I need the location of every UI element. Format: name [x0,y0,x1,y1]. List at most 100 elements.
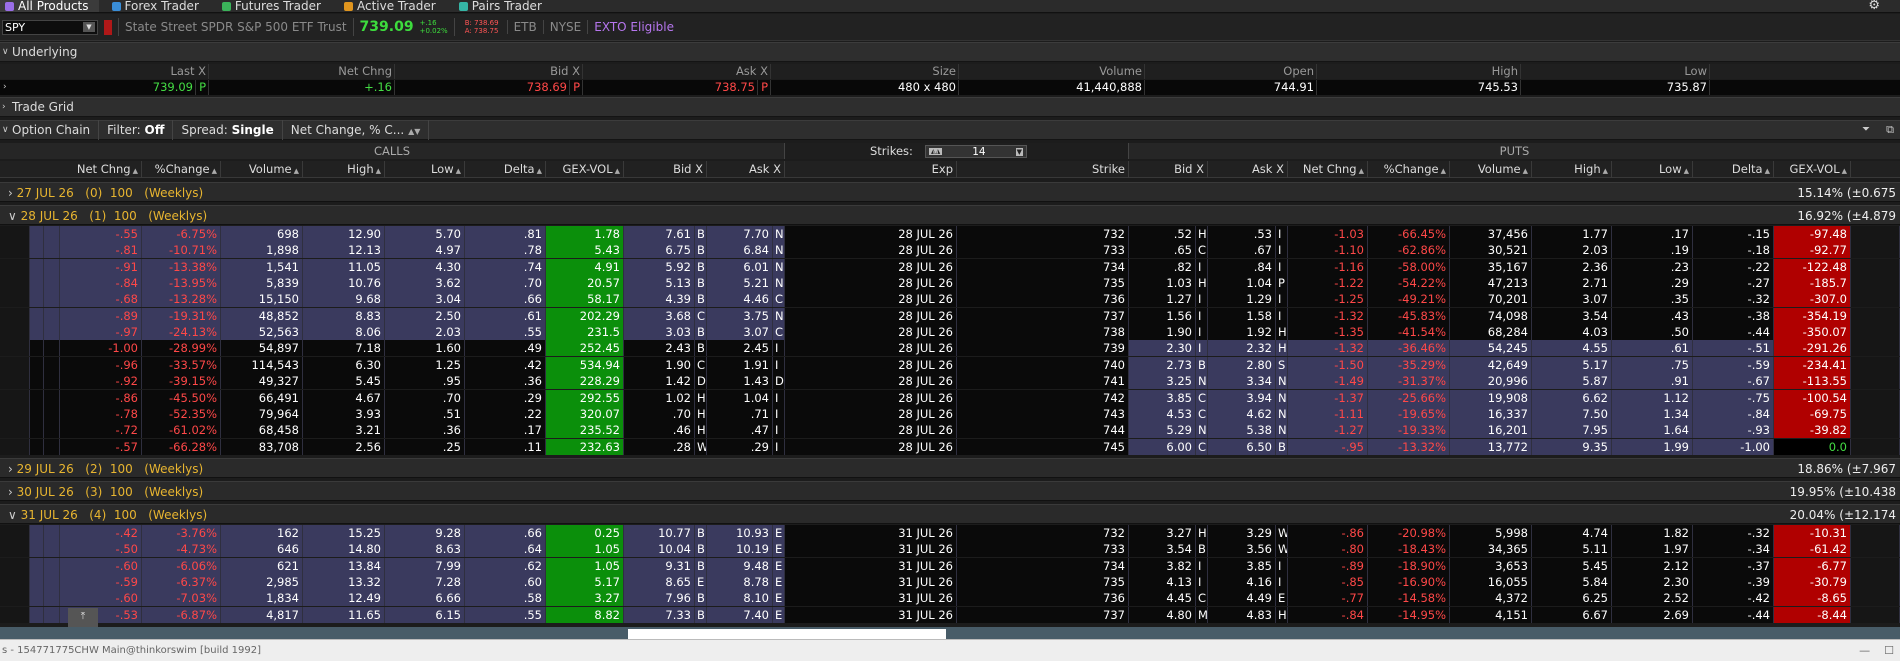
row-gutter[interactable] [30,557,44,574]
put-pct-change[interactable]: -19.65% [1368,405,1450,422]
put-high[interactable]: 6.25 [1532,590,1612,607]
call-volume[interactable]: 49,327 [221,373,303,390]
call-volume[interactable]: 1,898 [221,242,303,259]
call-volume[interactable]: 54,897 [221,340,303,357]
chevron-down-icon[interactable]: ∨ [8,209,21,223]
call-ask[interactable]: 10.93 [707,525,773,541]
put-pct-change[interactable]: -35.29% [1368,356,1450,373]
put-volume[interactable]: 30,521 [1450,242,1532,259]
row-gutter[interactable] [30,242,44,259]
put-low[interactable]: .19 [1612,242,1693,259]
call-pct-change[interactable]: -10.71% [142,242,221,259]
row-gutter[interactable] [44,606,60,623]
call-volume[interactable]: 2,985 [221,574,303,591]
expiration-date[interactable]: 28 JUL 26 [785,275,957,292]
call-net-chng[interactable]: -1.00 [60,340,142,357]
call-pct-change[interactable]: -6.87% [142,606,221,623]
put-ask-exchange[interactable]: H [1276,606,1288,623]
call-high[interactable]: 13.32 [303,574,385,591]
put-delta[interactable]: -.37 [1693,557,1774,574]
put-net-chng[interactable]: -1.49 [1288,373,1368,390]
call-bid[interactable]: .70 [624,405,695,422]
put-ask[interactable]: 3.56 [1208,541,1276,558]
call-ask[interactable]: .47 [707,422,773,439]
put-volume[interactable]: 4,151 [1450,606,1532,623]
expiration-date[interactable]: 28 JUL 26 [785,405,957,422]
put-bid-exchange[interactable]: I [1196,258,1208,275]
call-ask-exchange[interactable]: E [773,606,785,623]
put-net-chng[interactable]: -1.22 [1288,275,1368,292]
call-pct-change[interactable]: -3.76% [142,525,221,541]
call-low[interactable]: 3.04 [385,291,465,308]
chevron-right-icon[interactable]: › [2,102,12,112]
put-gex-vol[interactable]: -350.07 [1774,324,1851,341]
call-low[interactable]: .70 [385,389,465,406]
row-gutter[interactable] [30,275,44,292]
call-gex-vol[interactable]: 5.43 [546,242,624,259]
row-gutter[interactable] [44,258,60,275]
call-ask-exchange[interactable]: C [773,324,785,341]
mid-col-exp[interactable]: Exp [785,161,957,178]
row-gutter[interactable] [0,574,30,591]
row-gutter[interactable] [0,422,30,439]
row-gutter[interactable] [0,389,30,406]
put-ask[interactable]: 4.49 [1208,590,1276,607]
put-ask-exchange[interactable]: B [1276,438,1288,455]
put-bid[interactable]: 5.29 [1129,422,1196,439]
call-delta[interactable]: .55 [465,324,546,341]
put-gex-vol[interactable]: -61.42 [1774,541,1851,558]
put-col-net-chng[interactable]: Net Chng ▲ [1288,161,1368,178]
call-gex-vol[interactable]: 232.63 [546,438,624,455]
put-pct-change[interactable]: -31.37% [1368,373,1450,390]
put-ask[interactable]: 1.58 [1208,307,1276,324]
put-high[interactable]: 5.45 [1532,557,1612,574]
put-ask[interactable]: 3.34 [1208,373,1276,390]
put-net-chng[interactable]: -1.37 [1288,389,1368,406]
strike-price[interactable]: 739 [957,340,1129,357]
put-gex-vol[interactable]: -307.0 [1774,291,1851,308]
call-high[interactable]: 2.56 [303,438,385,455]
call-high[interactable]: 11.65 [303,606,385,623]
call-col-low[interactable]: Low ▲ [385,161,465,178]
put-delta[interactable]: -.39 [1693,574,1774,591]
put-delta[interactable]: -.22 [1693,258,1774,275]
call-ask[interactable]: 6.84 [707,242,773,259]
call-bid-exchange[interactable]: B [695,291,707,308]
call-bid-exchange[interactable]: B [695,242,707,259]
col-last[interactable]: Last X [0,64,209,79]
call-high[interactable]: 14.80 [303,541,385,558]
call-gex-vol[interactable]: 231.5 [546,324,624,341]
call-bid[interactable]: 9.31 [624,557,695,574]
row-gutter[interactable] [0,590,30,607]
row-gutter[interactable] [44,557,60,574]
row-gutter[interactable] [0,373,30,390]
call-volume[interactable]: 1,541 [221,258,303,275]
sort-icon[interactable]: ▲ [294,167,299,175]
put-ask-exchange[interactable]: H [1276,324,1288,341]
call-bid-exchange[interactable]: B [695,340,707,357]
put-volume[interactable]: 19,908 [1450,389,1532,406]
put-low[interactable]: 2.52 [1612,590,1693,607]
call-col-high[interactable]: High ▲ [303,161,385,178]
put-col-bid[interactable]: Bid X [1129,161,1208,178]
row-gutter[interactable] [1851,422,1900,439]
put-bid-exchange[interactable]: I [1196,324,1208,341]
strikes-stepper[interactable]: ◭◮ 14 ▼ [925,145,1027,158]
put-low[interactable]: 2.12 [1612,557,1693,574]
put-net-chng[interactable]: -1.32 [1288,340,1368,357]
chevron-right-icon[interactable]: › [8,462,17,476]
call-ask-exchange[interactable]: N [773,242,785,259]
call-high[interactable]: 10.76 [303,275,385,292]
row-gutter[interactable] [0,557,30,574]
call-net-chng[interactable]: -.42 [60,525,142,541]
row-gutter[interactable] [0,307,30,324]
trade-grid-header[interactable]: › Trade Grid [0,97,1900,117]
call-pct-change[interactable]: -45.50% [142,389,221,406]
call-pct-change[interactable]: -6.75% [142,226,221,242]
call-net-chng[interactable]: -.60 [60,590,142,607]
put-bid-exchange[interactable]: N [1196,422,1208,439]
put-bid-exchange[interactable]: H [1196,525,1208,541]
chain-row[interactable]: -.86 -45.50% 66,491 4.67.70.29 292.55 1.02 H 1.… [0,389,1900,406]
put-ask[interactable]: 4.62 [1208,405,1276,422]
row-gutter[interactable] [44,405,60,422]
